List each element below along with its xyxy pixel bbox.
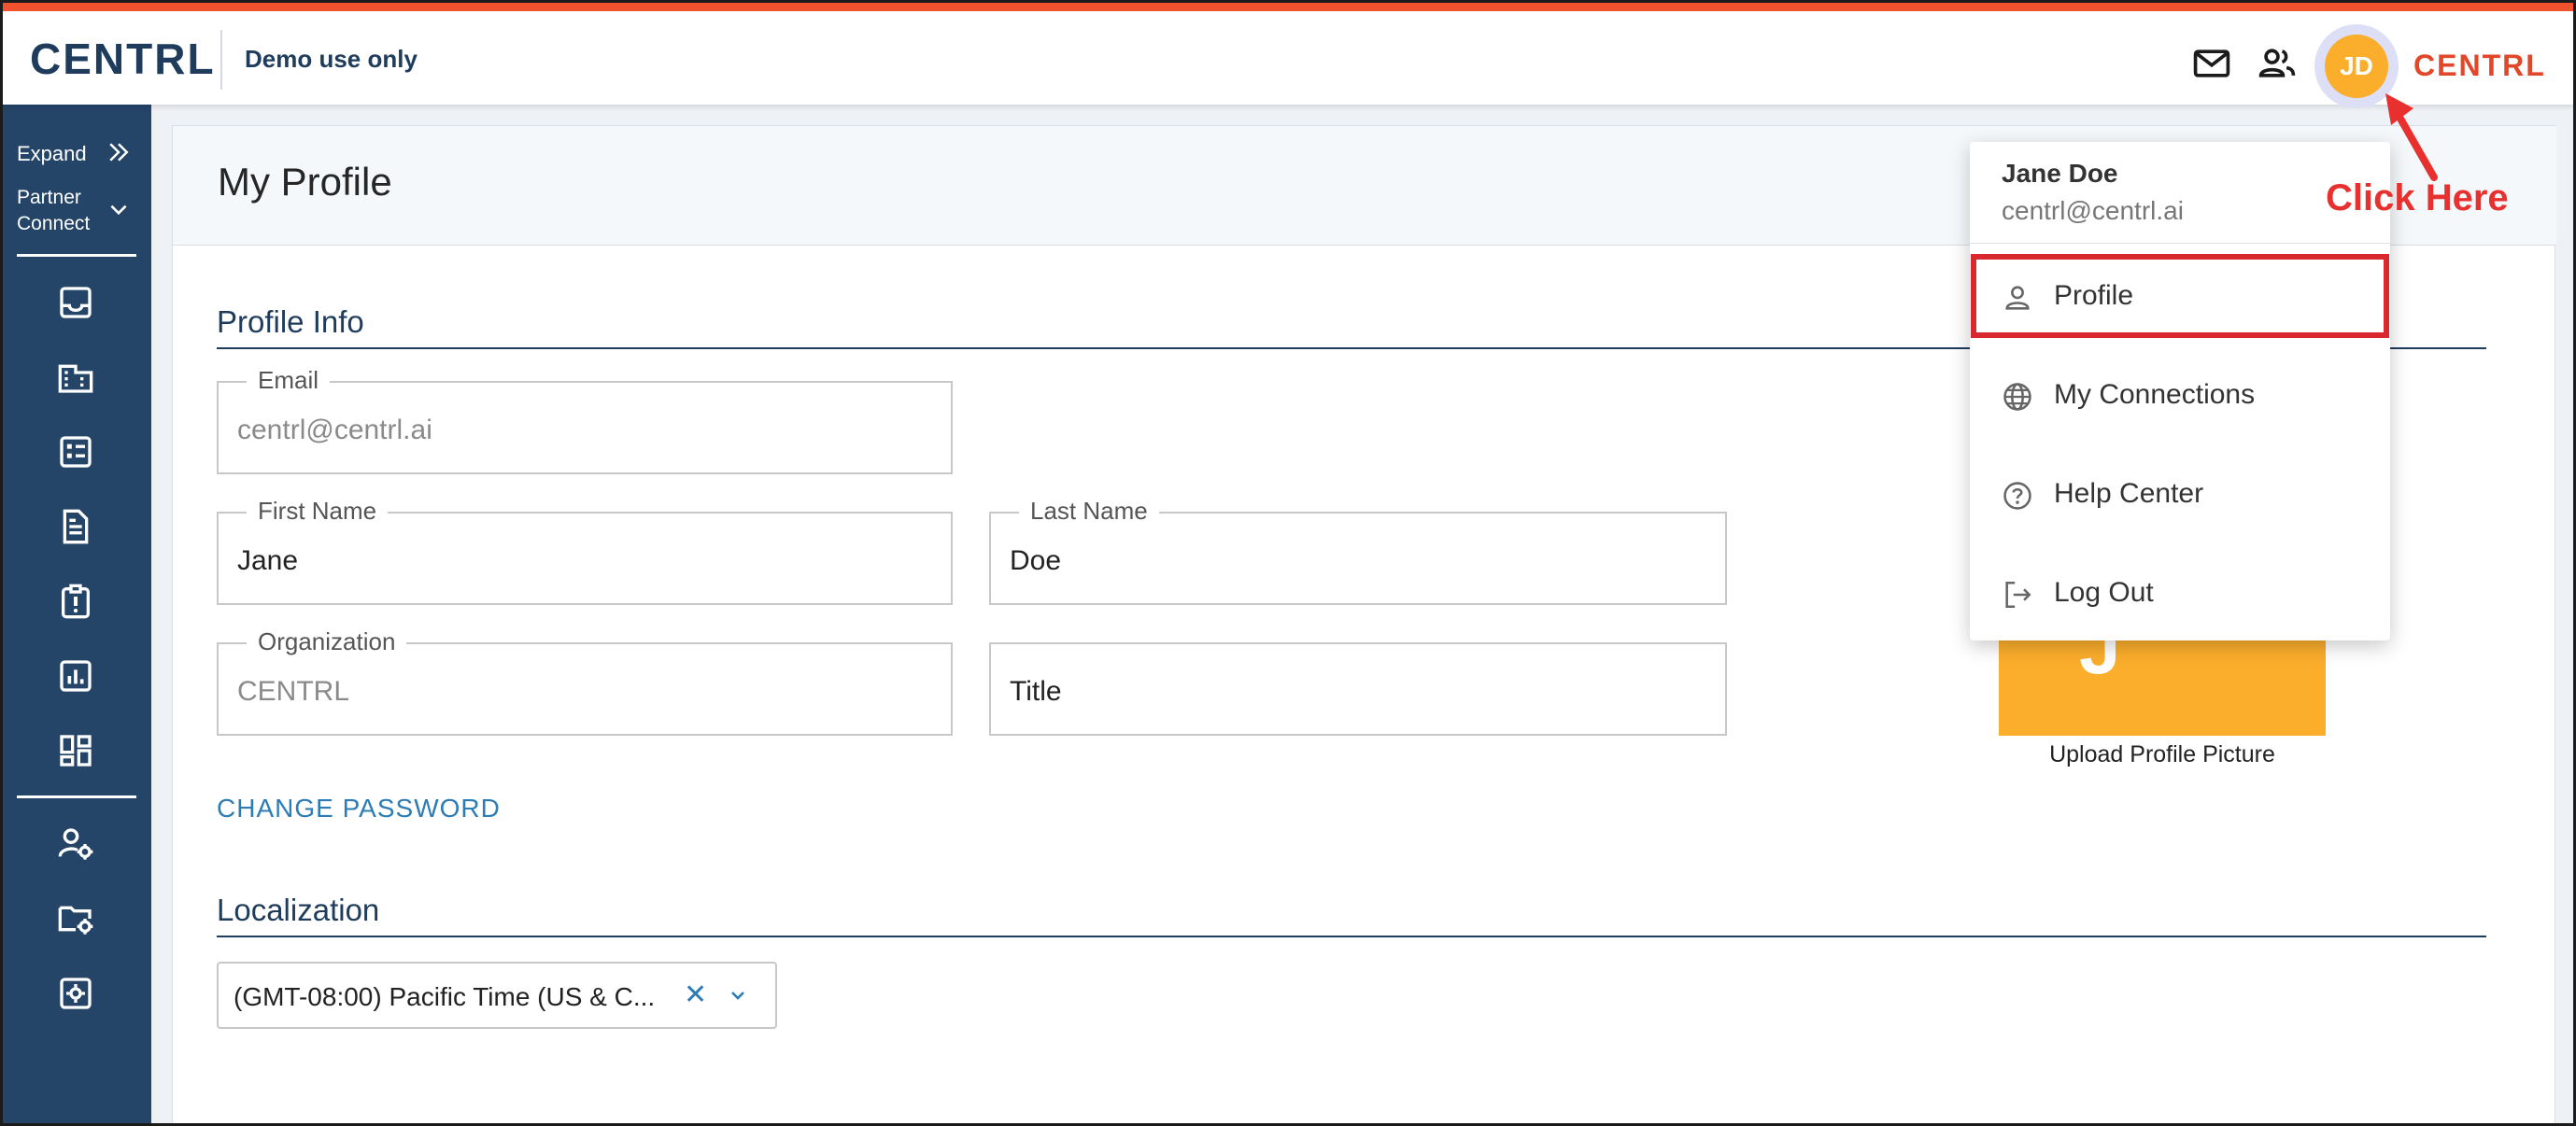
menu-item-log-out[interactable]: Log Out [1970, 551, 2390, 637]
localization-rule [217, 936, 2486, 937]
email-field[interactable]: Email centrl@centrl.ai [217, 366, 953, 474]
clear-icon[interactable]: ✕ [684, 978, 707, 1011]
help-icon [2003, 482, 2031, 510]
menu-item-my-connections[interactable]: My Connections [1970, 353, 2390, 439]
last-name-label: Last Name [1019, 497, 1159, 526]
page-title: My Profile [218, 160, 392, 204]
inbox-icon[interactable] [57, 284, 94, 321]
folder-settings-icon[interactable] [57, 900, 94, 937]
annotation-arrow-icon [2385, 93, 2438, 181]
double-chevron-right-icon[interactable] [105, 138, 133, 166]
logout-icon [2005, 581, 2031, 609]
first-name-value: Jane [237, 545, 299, 576]
clipboard-alert-icon[interactable] [57, 583, 94, 620]
sidebar-partner-connect[interactable]: Partner Connect [17, 185, 90, 237]
menu-divider [1970, 243, 2390, 244]
menu-item-label: My Connections [2054, 379, 2256, 410]
demo-label: Demo use only [245, 45, 418, 73]
dashboard-icon[interactable] [57, 732, 94, 769]
email-label: Email [247, 366, 331, 395]
org-name[interactable]: CENTRL [2413, 49, 2546, 83]
timezone-value: (GMT-08:00) Pacific Time (US & C... [234, 982, 656, 1011]
email-value: centrl@centrl.ai [237, 415, 432, 445]
menu-item-help-center[interactable]: Help Center [1970, 452, 2390, 538]
globe-icon [2003, 383, 2031, 411]
top-bar: CENTRL Demo use only JD CENTRL [0, 0, 2576, 108]
profile-info-heading: Profile Info [217, 304, 364, 339]
header-divider [220, 30, 222, 90]
settings-box-icon[interactable] [57, 975, 94, 1012]
title-field[interactable]: Title [989, 642, 1727, 736]
building-icon[interactable] [57, 359, 94, 396]
first-name-label: First Name [247, 497, 389, 526]
organization-label: Organization [247, 627, 407, 656]
document-icon[interactable] [57, 508, 94, 545]
menu-user-email: centrl@centrl.ai [2002, 196, 2184, 225]
last-name-field[interactable]: Last Name Doe [989, 497, 1727, 605]
profile-picture[interactable]: J [1999, 606, 2326, 736]
checklist-icon[interactable] [57, 433, 94, 471]
menu-item-label: Help Center [2054, 478, 2204, 509]
timezone-select[interactable]: (GMT-08:00) Pacific Time (US & C... ✕ [217, 962, 777, 1029]
person-icon [2005, 286, 2030, 310]
chevron-down-icon[interactable] [106, 198, 131, 222]
last-name-value: Doe [1010, 545, 1062, 576]
people-icon[interactable] [2257, 43, 2298, 84]
sidebar: Expand Partner Connect [0, 105, 151, 1126]
mail-icon[interactable] [2191, 43, 2232, 84]
sidebar-divider-2 [17, 795, 136, 798]
first-name-field[interactable]: First Name Jane [217, 497, 953, 605]
sidebar-expand-label[interactable]: Expand [17, 142, 87, 166]
organization-value: CENTRL [237, 676, 350, 707]
menu-user-name: Jane Doe [2002, 159, 2118, 188]
upload-profile-picture-label[interactable]: Upload Profile Picture [1999, 741, 2326, 768]
title-placeholder: Title [1010, 676, 1062, 707]
organization-field[interactable]: Organization CENTRL [217, 627, 953, 736]
bar-chart-icon[interactable] [57, 657, 94, 695]
change-password-link[interactable]: CHANGE PASSWORD [217, 794, 501, 823]
user-settings-icon[interactable] [57, 825, 94, 863]
brand-logo[interactable]: CENTRL [30, 34, 216, 84]
localization-heading: Localization [217, 893, 380, 927]
click-here-annotation: Click Here [2326, 177, 2509, 218]
sidebar-divider [17, 254, 136, 257]
chevron-down-icon[interactable] [727, 984, 749, 1006]
menu-item-label: Log Out [2054, 577, 2154, 608]
menu-item-profile[interactable]: Profile [1970, 254, 2390, 340]
partner-line-2: Connect [17, 213, 91, 234]
menu-item-label: Profile [2054, 280, 2134, 311]
partner-line-1: Partner [17, 187, 81, 208]
